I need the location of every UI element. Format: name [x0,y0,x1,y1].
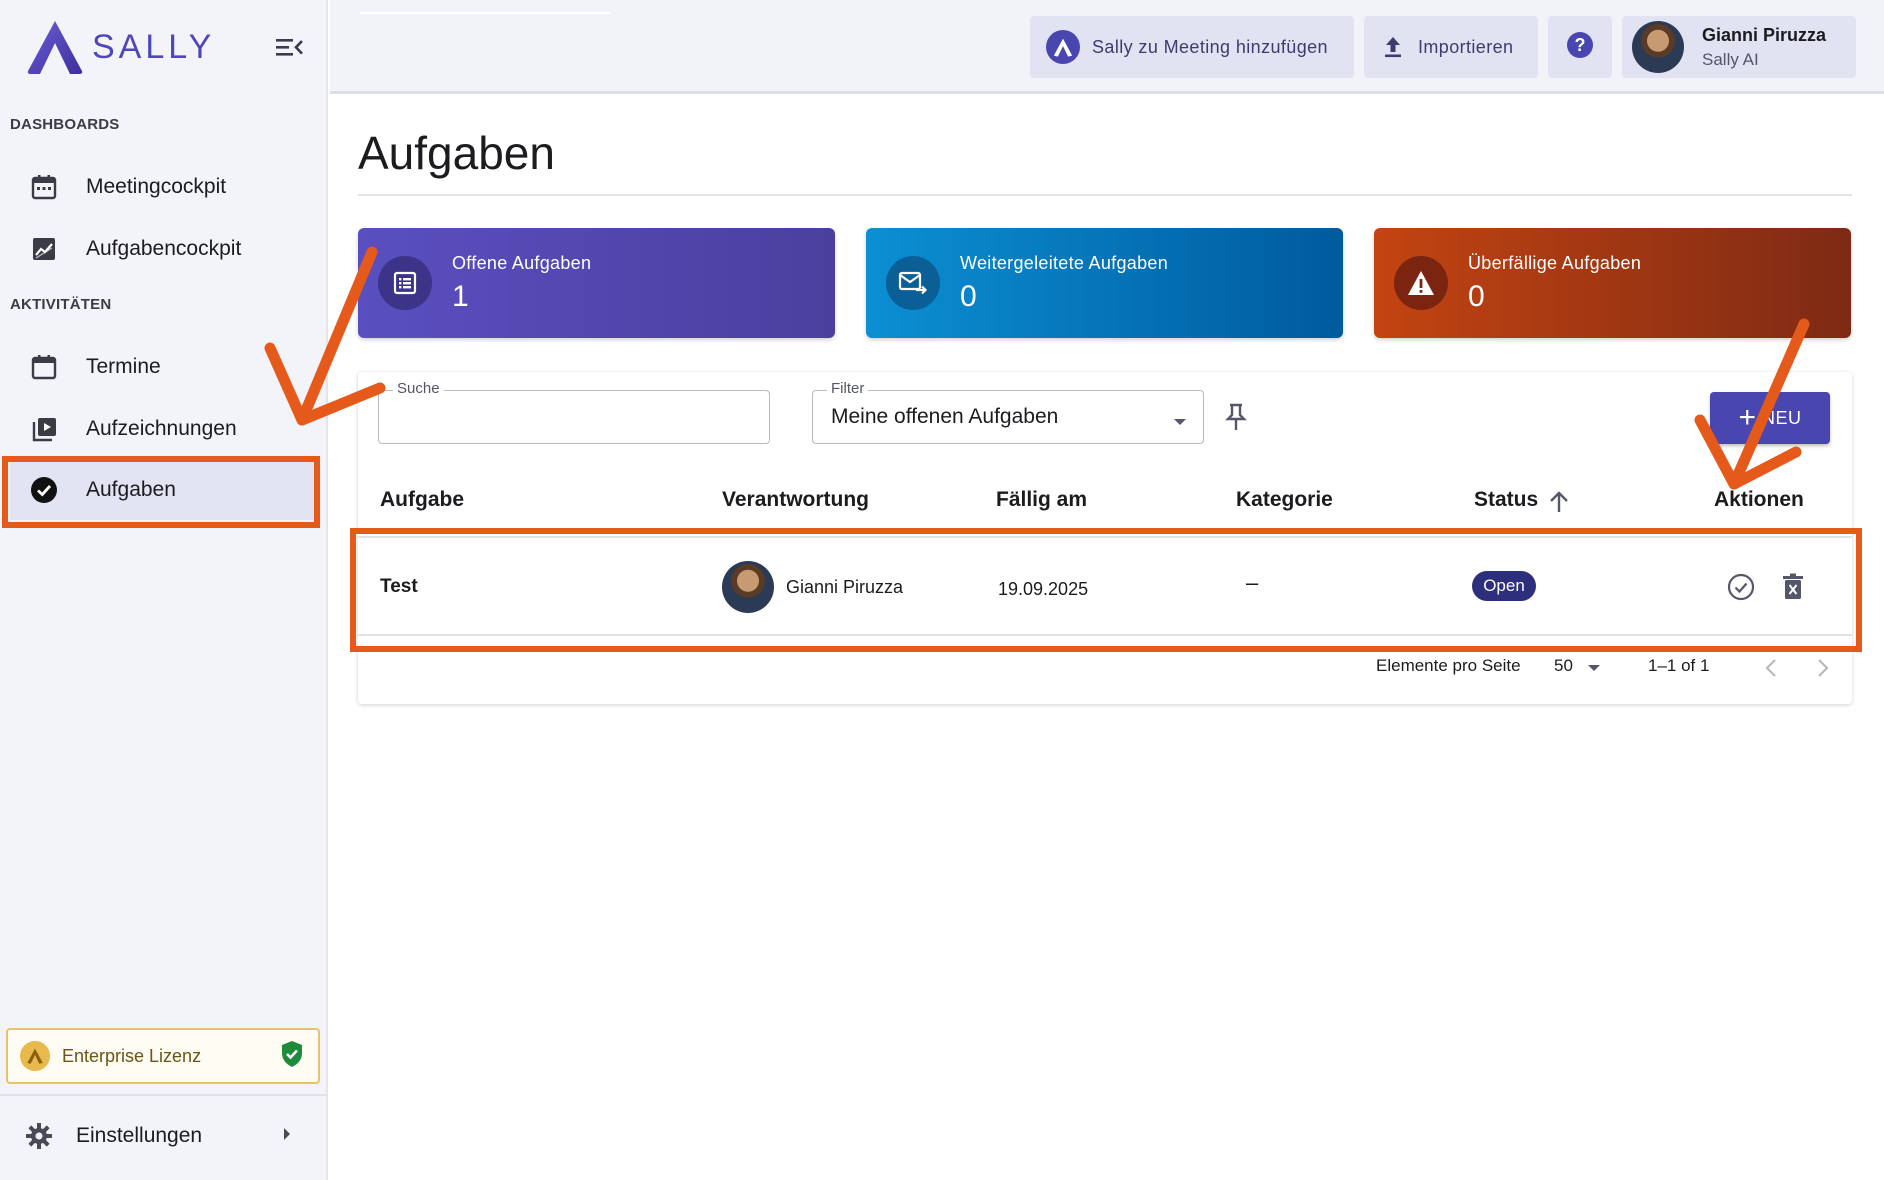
complete-task-icon[interactable] [1727,573,1755,606]
pagination-range: 1–1 of 1 [1648,656,1710,675]
task-due-date: 19.09.2025 [998,579,1089,599]
filter-label: Filter [827,380,869,397]
help-button[interactable]: ? [1548,16,1612,78]
svg-text:?: ? [1575,35,1586,55]
sidebar-item-termine[interactable]: Termine [10,336,316,398]
chevron-right-icon [282,1127,292,1146]
section-label-dashboards: DASHBOARDS [10,116,120,133]
sidebar-item-aufgabencockpit[interactable]: Aufgabencockpit [10,218,316,280]
sally-logo-icon [27,21,83,74]
items-per-page-value: 50 [1554,656,1573,675]
menu-collapse-icon [276,39,303,56]
stat-value: 1 [452,279,469,313]
sidebar-item-meetingcockpit[interactable]: Meetingcockpit [10,156,316,218]
stat-value: 0 [1468,279,1485,313]
sort-ascending-icon[interactable] [1548,490,1570,519]
collapse-menu-button[interactable] [272,32,306,62]
items-per-page-select[interactable]: 50 [1554,656,1600,677]
chart-icon [28,233,60,265]
title-divider [358,194,1852,196]
stat-label: Überfällige Aufgaben [1468,252,1642,273]
new-task-label: NEU [1762,407,1802,428]
sidebar-item-label: Meetingcockpit [86,175,227,198]
chevron-down-icon [1587,657,1600,677]
app-logo[interactable]: SALLY [26,18,215,76]
sidebar-item-label: Einstellungen [76,1124,203,1147]
column-header-due[interactable]: Fällig am [996,488,1087,512]
gear-icon [24,1121,54,1151]
warning-icon [1394,256,1448,310]
filter-select[interactable]: Filter Meine offenen Aufgaben [812,380,1204,444]
stat-label: Offene Aufgaben [452,252,592,273]
sidebar-item-aufzeichnungen[interactable]: Aufzeichnungen [10,398,316,460]
table-header-divider [358,536,1852,538]
stat-label: Weitergeleitete Aufgaben [960,252,1169,273]
sidebar-item-label: Aufgaben [86,478,176,501]
forward-mail-icon [886,256,940,310]
filter-value: Meine offenen Aufgaben [831,405,1059,428]
previous-page-icon[interactable] [1764,658,1778,683]
column-header-task[interactable]: Aufgabe [380,488,464,512]
add-sally-to-meeting-label: Sally zu Meeting hinzufügen [1092,36,1328,57]
task-name[interactable]: Test [380,576,418,598]
table-row-divider [358,634,1852,636]
column-header-status[interactable]: Status [1474,488,1538,512]
video-library-icon [28,413,60,445]
plus-icon: + [1738,401,1756,434]
search-label: Suche [393,380,444,397]
stat-card-forwarded-tasks[interactable]: Weitergeleitete Aufgaben 0 [866,228,1343,338]
column-header-actions: Aktionen [1714,488,1804,511]
sidebar: SALLY DASHBOARDS Meetingcockpit Aufgaben… [0,0,328,1180]
search-input[interactable] [395,405,755,428]
topbar-line [360,12,610,14]
sidebar-item-label: Aufgabencockpit [86,237,242,260]
stat-value: 0 [960,279,977,313]
search-field[interactable]: Suche [378,380,770,444]
sidebar-item-label: Aufzeichnungen [86,417,237,440]
user-org: Sally AI [1702,49,1759,69]
pin-icon[interactable] [1224,402,1248,437]
sidebar-item-aufgaben[interactable]: Aufgaben [10,460,316,520]
sidebar-divider [0,1094,328,1096]
avatar [1632,21,1684,73]
column-header-owner[interactable]: Verantwortung [722,488,869,512]
help-icon: ? [1566,31,1594,64]
upload-icon [1382,35,1404,59]
task-category: – [1246,570,1259,595]
task-owner: Gianni Piruzza [786,577,904,597]
page-title: Aufgaben [358,127,555,179]
section-label-aktivitaeten: AKTIVITÄTEN [10,296,112,313]
sidebar-item-label: Termine [86,355,161,378]
column-header-category[interactable]: Kategorie [1236,488,1333,512]
logo-text: SALLY [92,27,216,66]
import-label: Importieren [1418,36,1514,57]
license-coin-icon [20,1041,50,1071]
topbar: Sally zu Meeting hinzufügen Importieren … [330,0,1884,94]
import-button[interactable]: Importieren [1364,16,1538,78]
check-circle-icon [28,474,60,506]
avatar [722,561,774,613]
new-task-button[interactable]: + NEU [1710,392,1830,444]
list-alt-icon [378,256,432,310]
items-per-page-label: Elemente pro Seite [1376,656,1521,675]
sidebar-item-einstellungen[interactable]: Einstellungen [0,1106,326,1166]
license-label: Enterprise Lizenz [62,1045,202,1066]
next-page-icon[interactable] [1816,658,1830,683]
add-sally-to-meeting-button[interactable]: Sally zu Meeting hinzufügen [1030,16,1354,78]
stat-card-open-tasks[interactable]: Offene Aufgaben 1 [358,228,835,338]
user-name: Gianni Piruzza [1702,24,1827,45]
calendar-blank-icon [28,351,60,383]
stat-card-overdue-tasks[interactable]: Überfällige Aufgaben 0 [1374,228,1851,338]
delete-icon[interactable] [1782,573,1804,606]
sally-logo-icon [1046,30,1080,64]
license-badge[interactable]: Enterprise Lizenz [6,1028,320,1084]
status-badge: Open [1472,571,1536,601]
calendar-icon [28,171,60,203]
shield-check-icon [280,1040,304,1073]
chevron-down-icon [1173,413,1187,431]
user-menu[interactable]: Gianni Piruzza Sally AI [1622,16,1856,78]
